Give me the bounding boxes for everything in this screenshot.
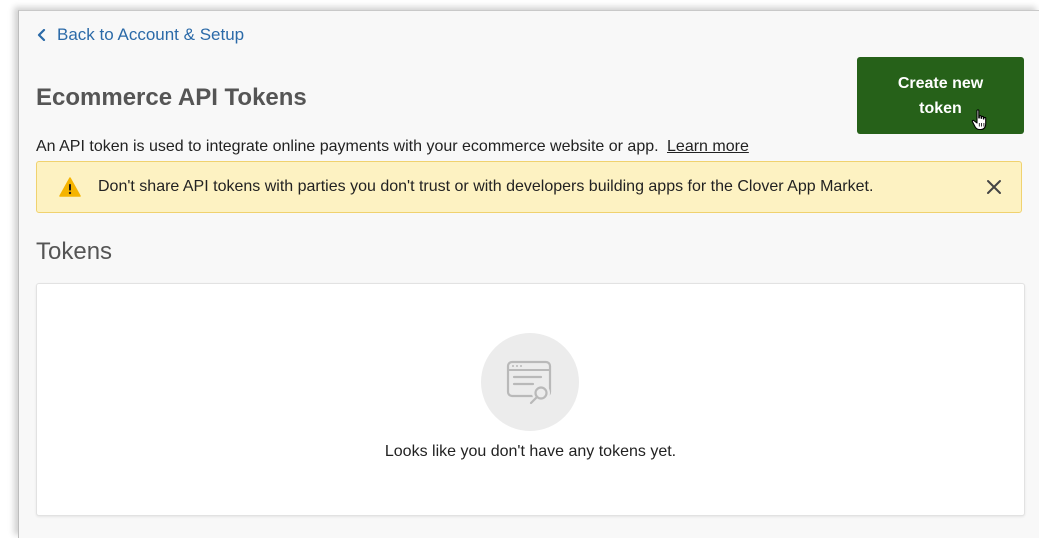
description-body: An API token is used to integrate online… [36,138,659,155]
learn-more-link[interactable]: Learn more [667,138,749,155]
create-new-token-button[interactable]: Create new token [857,57,1024,134]
back-link[interactable]: Back to Account & Setup [37,25,244,45]
api-token-icon [506,360,552,405]
warning-banner: Don't share API tokens with parties you … [36,161,1022,213]
chevron-left-icon [37,29,46,41]
close-icon[interactable] [986,179,1002,195]
tokens-empty-card: Looks like you don't have any tokens yet… [36,283,1025,516]
page-title: Ecommerce API Tokens [36,84,307,111]
description-text: An API token is used to integrate online… [36,138,749,156]
empty-state-illustration [481,333,579,431]
warning-message: Don't share API tokens with parties you … [98,178,874,195]
warning-triangle-icon [59,177,81,197]
app-window: Back to Account & Setup Ecommerce API To… [18,10,1039,538]
tokens-section-title: Tokens [36,238,113,265]
back-link-label: Back to Account & Setup [57,25,245,44]
hand-pointer-cursor-icon [971,109,987,131]
empty-state-message: Looks like you don't have any tokens yet… [384,443,677,460]
